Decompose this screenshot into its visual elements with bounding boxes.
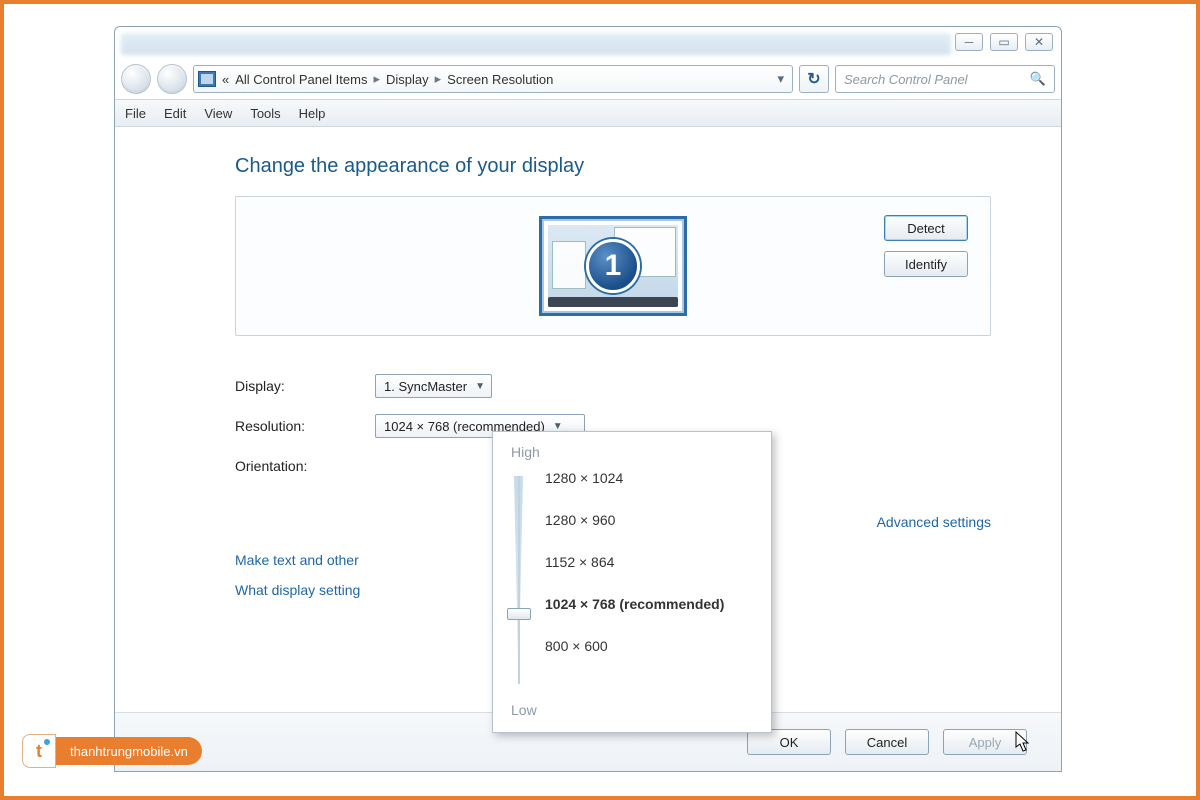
resolution-option-0[interactable]: 1280 × 1024	[545, 470, 724, 486]
orientation-label: Orientation:	[235, 458, 375, 474]
resolution-popup: High 1280 × 1024 1280 × 960 1152 × 864 1…	[492, 431, 772, 733]
watermark: t thanhtrungmobile.vn	[22, 734, 202, 768]
refresh-icon: ↻	[807, 69, 820, 89]
resolution-option-1[interactable]: 1280 × 960	[545, 512, 724, 528]
refresh-button[interactable]: ↻	[799, 65, 829, 93]
display-combo-value: 1. SyncMaster	[384, 379, 467, 394]
breadcrumb-item-2[interactable]: Screen Resolution	[447, 72, 553, 87]
resolution-option-2[interactable]: 1152 × 864	[545, 554, 724, 570]
search-input[interactable]: Search Control Panel 🔍	[835, 65, 1055, 93]
display-combo[interactable]: 1. SyncMaster ▼	[375, 374, 492, 398]
identify-button[interactable]: Identify	[884, 251, 968, 277]
resolution-options: 1280 × 1024 1280 × 960 1152 × 864 1024 ×…	[545, 464, 724, 696]
monitor-number-badge: 1	[586, 239, 640, 293]
minimize-button[interactable]: ─	[955, 33, 983, 51]
breadcrumb-item-1[interactable]: Display	[386, 72, 429, 87]
advanced-settings-link[interactable]: Advanced settings	[877, 514, 991, 530]
explorer-window: ─ ▭ ✕ « All Control Panel Items ▸ Displa…	[114, 26, 1062, 772]
address-dropdown-icon[interactable]: ▾	[773, 71, 788, 87]
titlebar-blur	[121, 33, 951, 55]
forward-button[interactable]	[157, 64, 187, 94]
resolution-option-3[interactable]: 1024 × 768 (recommended)	[545, 596, 724, 612]
window-preview-icon	[552, 241, 586, 289]
chevron-right-icon: ▸	[373, 71, 380, 87]
monitor-thumbnail[interactable]: 1	[539, 216, 687, 316]
watermark-logo-icon: t	[22, 734, 56, 768]
menu-help[interactable]: Help	[299, 106, 326, 121]
popup-low-label: Low	[511, 702, 753, 718]
display-preview: 1 Detect Identify	[235, 196, 991, 336]
chevron-right-icon: ▸	[435, 71, 442, 87]
menu-bar: File Edit View Tools Help	[115, 99, 1061, 127]
control-panel-icon	[198, 71, 216, 87]
search-placeholder: Search Control Panel	[844, 72, 968, 87]
menu-tools[interactable]: Tools	[250, 106, 280, 121]
back-button[interactable]	[121, 64, 151, 94]
chevron-down-icon: ▼	[475, 381, 485, 392]
close-button[interactable]: ✕	[1025, 33, 1053, 51]
display-label: Display:	[235, 378, 375, 394]
breadcrumb-item-0[interactable]: All Control Panel Items	[235, 72, 367, 87]
cancel-button[interactable]: Cancel	[845, 729, 929, 755]
resolution-option-4[interactable]: 800 × 600	[545, 638, 724, 654]
menu-file[interactable]: File	[125, 106, 146, 121]
slider-rail	[518, 476, 520, 684]
address-bar[interactable]: « All Control Panel Items ▸ Display ▸ Sc…	[193, 65, 793, 93]
resolution-slider-track[interactable]	[511, 470, 527, 690]
nav-row: « All Control Panel Items ▸ Display ▸ Sc…	[121, 61, 1055, 97]
resolution-label: Resolution:	[235, 418, 375, 434]
taskbar-icon	[548, 297, 678, 307]
menu-edit[interactable]: Edit	[164, 106, 186, 121]
page-title: Change the appearance of your display	[235, 155, 991, 178]
maximize-button[interactable]: ▭	[990, 33, 1018, 51]
page-frame: ─ ▭ ✕ « All Control Panel Items ▸ Displa…	[0, 0, 1200, 800]
search-icon[interactable]: 🔍	[1030, 71, 1046, 87]
popup-high-label: High	[511, 444, 753, 460]
detect-button[interactable]: Detect	[884, 215, 968, 241]
watermark-text: thanhtrungmobile.vn	[56, 737, 202, 765]
resolution-slider-thumb[interactable]	[507, 608, 531, 620]
apply-button[interactable]: Apply	[943, 729, 1027, 755]
window-controls: ─ ▭ ✕	[955, 33, 1053, 51]
menu-view[interactable]: View	[204, 106, 232, 121]
breadcrumb-prefix: «	[222, 72, 229, 87]
chevron-down-icon: ▼	[553, 421, 563, 432]
